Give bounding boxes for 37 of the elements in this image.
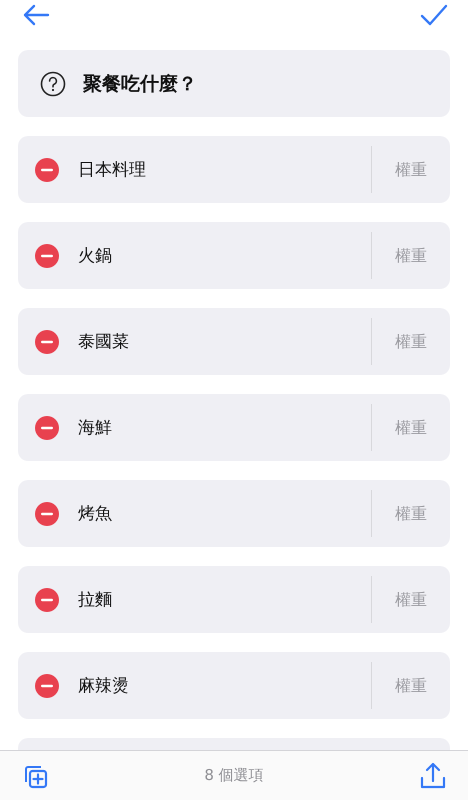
weight-field[interactable]: 權重	[372, 504, 450, 523]
weight-field[interactable]: 權重	[372, 332, 450, 351]
minus-circle-icon	[35, 502, 59, 526]
back-button[interactable]	[22, 4, 50, 26]
share-icon	[420, 762, 446, 790]
remove-button[interactable]	[35, 244, 59, 268]
remove-button[interactable]	[35, 158, 59, 182]
option-label: 泰國菜	[78, 331, 130, 353]
weight-field[interactable]: 權重	[372, 590, 450, 609]
minus-circle-icon	[35, 674, 59, 698]
remove-button[interactable]	[35, 674, 59, 698]
remove-button[interactable]	[35, 502, 59, 526]
option-label: 火鍋	[78, 245, 113, 267]
weight-field[interactable]: 權重	[372, 160, 450, 179]
share-button[interactable]	[420, 762, 446, 790]
remove-button[interactable]	[35, 416, 59, 440]
checkmark-icon	[420, 4, 448, 26]
arrow-left-icon	[22, 4, 50, 26]
minus-circle-icon	[35, 588, 59, 612]
weight-field[interactable]: 權重	[372, 418, 450, 437]
option-label: 日本料理	[78, 159, 147, 181]
option-label: 海鮮	[78, 417, 113, 439]
option-label: 烤魚	[78, 503, 113, 525]
question-text: 聚餐吃什麼？	[83, 72, 197, 96]
minus-circle-icon	[35, 416, 59, 440]
remove-button[interactable]	[35, 588, 59, 612]
weight-field[interactable]: 權重	[372, 246, 450, 265]
remove-button[interactable]	[35, 330, 59, 354]
minus-circle-icon	[35, 244, 59, 268]
minus-circle-icon	[35, 158, 59, 182]
option-label: 麻辣燙	[78, 675, 130, 697]
minus-circle-icon	[35, 330, 59, 354]
weight-field[interactable]: 權重	[372, 676, 450, 695]
option-label: 拉麵	[78, 589, 113, 611]
question-icon	[40, 70, 66, 96]
option-count: 8 個選項	[204, 766, 264, 785]
confirm-button[interactable]	[420, 4, 448, 26]
